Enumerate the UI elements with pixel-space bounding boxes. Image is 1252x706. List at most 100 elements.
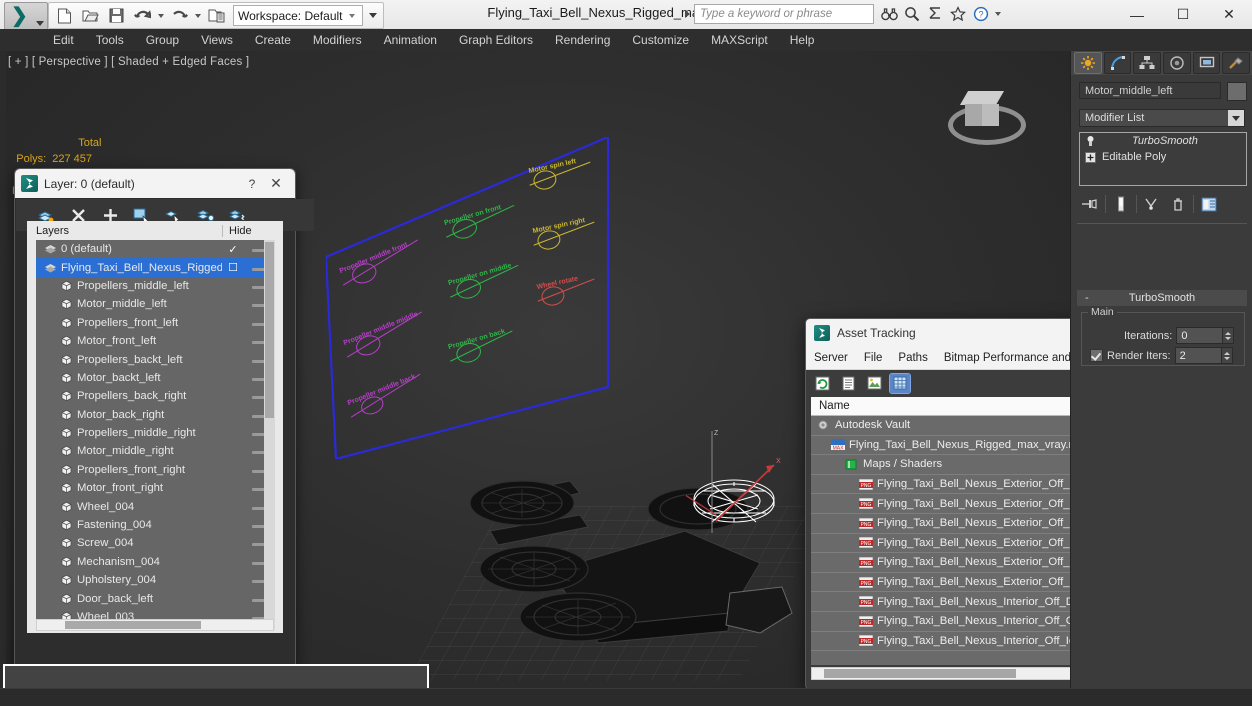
open-icon[interactable] [78, 5, 102, 26]
save-icon[interactable] [104, 5, 128, 26]
layer-dialog-close-button[interactable]: ✕ [263, 175, 289, 192]
workspace-menu-button[interactable] [365, 5, 380, 26]
set-project-folder-icon[interactable] [204, 5, 228, 26]
layer-row[interactable]: Upholstery_004 [36, 571, 274, 589]
menu-item-edit[interactable]: Edit [42, 29, 85, 51]
turbosmooth-rollout-header[interactable]: - TurboSmooth [1077, 290, 1247, 306]
scrollbar-thumb[interactable] [265, 242, 274, 418]
iterations-spinner[interactable]: 0 [1176, 327, 1235, 344]
menu-item-tools[interactable]: Tools [85, 29, 135, 51]
display-tab[interactable] [1192, 52, 1221, 74]
iterations-value[interactable]: 0 [1177, 330, 1222, 342]
detail-view-icon[interactable] [864, 374, 884, 393]
layer-row[interactable]: Propellers_back_right [36, 387, 274, 405]
menu-item-customize[interactable]: Customize [621, 29, 700, 51]
menu-item-modifiers[interactable]: Modifiers [302, 29, 373, 51]
maximize-button[interactable]: ☐ [1160, 0, 1206, 29]
close-button[interactable]: ✕ [1206, 0, 1252, 29]
layer-row[interactable]: Propellers_backt_left [36, 350, 274, 368]
layer-row[interactable]: 0 (default) ✓ [36, 240, 274, 258]
plus-box-icon[interactable] [1084, 151, 1097, 164]
modifier-stack-item-turbosmooth[interactable]: TurboSmooth [1080, 133, 1246, 149]
layer-row[interactable]: Fastening_004 [36, 516, 274, 534]
layer-row[interactable]: Motor_middle_right [36, 442, 274, 460]
subscription-icon[interactable] [924, 3, 946, 25]
hierarchy-tab[interactable] [1133, 52, 1162, 74]
menu-item-help[interactable]: Help [779, 29, 826, 51]
table-view-icon[interactable] [889, 372, 911, 394]
layer-row[interactable]: Motor_backt_left [36, 369, 274, 387]
modifier-stack[interactable]: TurboSmooth Editable Poly [1079, 132, 1247, 186]
minimize-button[interactable]: — [1114, 0, 1160, 29]
help-icon[interactable]: ? [970, 3, 992, 25]
layer-row[interactable]: Motor_front_right [36, 479, 274, 497]
utilities-tab[interactable] [1222, 52, 1251, 74]
redo-icon[interactable] [167, 5, 191, 26]
viewport-label[interactable]: [ + ] [ Perspective ] [ Shaded + Edged F… [8, 56, 249, 68]
layer-row[interactable]: Propellers_middle_left [36, 277, 274, 295]
workspace-selector[interactable]: Workspace: Default [233, 5, 363, 26]
view-cube[interactable] [946, 79, 1026, 151]
menu-item-animation[interactable]: Animation [373, 29, 448, 51]
list-view-icon[interactable] [838, 374, 858, 393]
layer-row[interactable]: Propellers_front_left [36, 314, 274, 332]
undo-icon[interactable] [130, 5, 154, 26]
menu-item-graph-editors[interactable]: Graph Editors [448, 29, 544, 51]
rollout-collapse-toggle[interactable]: - [1085, 292, 1089, 304]
at-menu-server[interactable]: Server [806, 347, 856, 369]
at-menu-paths[interactable]: Paths [890, 347, 935, 369]
menu-item-rendering[interactable]: Rendering [544, 29, 621, 51]
view-cube-icon[interactable] [959, 91, 1005, 127]
layer-row[interactable]: Mechanism_004 [36, 553, 274, 571]
magnifier-icon[interactable] [901, 3, 923, 25]
layer-row[interactable]: Screw_004 [36, 534, 274, 552]
chevron-down-icon[interactable] [346, 6, 358, 25]
layer-row[interactable]: Motor_back_right [36, 406, 274, 424]
motion-tab[interactable] [1163, 52, 1191, 74]
layer-list[interactable]: 0 (default) ✓ Flying_Taxi_Bell_Nexus_Rigge… [36, 240, 274, 630]
layer-row[interactable]: Flying_Taxi_Bell_Nexus_Rigged ☐ [36, 258, 274, 277]
layer-dialog-help-button[interactable]: ? [241, 177, 263, 191]
search-expand-icon[interactable] [680, 3, 694, 25]
layer-active-box-icon[interactable]: ☐ [222, 261, 244, 274]
layer-row[interactable]: Propellers_middle_right [36, 424, 274, 442]
redo-dropdown-icon[interactable] [193, 5, 202, 26]
menu-item-create[interactable]: Create [244, 29, 302, 51]
create-tab[interactable] [1074, 52, 1102, 74]
help-dropdown-icon[interactable] [993, 4, 1002, 25]
layer-row[interactable]: Motor_front_left [36, 332, 274, 350]
show-end-result-icon[interactable] [1110, 193, 1132, 215]
layer-active-check-icon[interactable]: ✓ [222, 243, 244, 256]
favorites-star-icon[interactable] [947, 3, 969, 25]
remove-modifier-icon[interactable] [1167, 193, 1189, 215]
modify-tab[interactable] [1103, 52, 1132, 74]
layer-row[interactable]: Motor_middle_left [36, 295, 274, 313]
search-input[interactable]: Type a keyword or phrase [694, 4, 874, 24]
render-iters-value[interactable]: 2 [1176, 350, 1221, 362]
chevron-down-icon[interactable] [1228, 110, 1244, 126]
modifier-list-dropdown[interactable]: Modifier List [1079, 109, 1245, 127]
search-binoculars-icon[interactable] [878, 3, 900, 25]
make-unique-icon[interactable] [1141, 193, 1163, 215]
layer-list-vertical-scrollbar[interactable] [264, 240, 275, 630]
menu-item-maxscript[interactable]: MAXScript [700, 29, 779, 51]
new-icon[interactable] [52, 5, 76, 26]
refresh-icon[interactable] [812, 374, 832, 393]
layer-list-horizontal-scrollbar[interactable] [36, 619, 274, 631]
spinner-arrows[interactable] [1222, 328, 1234, 343]
render-iters-spinner[interactable]: 2 [1174, 347, 1233, 364]
modifier-stack-item-editable-poly[interactable]: Editable Poly [1080, 149, 1246, 165]
at-menu-file[interactable]: File [856, 347, 891, 369]
transform-gizmo[interactable]: Z X [647, 423, 796, 538]
pin-stack-icon[interactable] [1079, 193, 1101, 215]
menu-item-group[interactable]: Group [135, 29, 190, 51]
layer-row[interactable]: Wheel_004 [36, 497, 274, 515]
scrollbar-thumb[interactable] [65, 621, 201, 629]
layer-row[interactable]: Propellers_front_right [36, 461, 274, 479]
object-name-field[interactable]: Motor_middle_left [1079, 82, 1221, 99]
configure-modifier-sets-icon[interactable] [1198, 193, 1220, 215]
scrollbar-thumb[interactable] [824, 669, 1016, 678]
menu-item-views[interactable]: Views [190, 29, 244, 51]
render-iters-checkbox[interactable] [1090, 349, 1103, 362]
layer-row[interactable]: Door_back_left [36, 589, 274, 607]
